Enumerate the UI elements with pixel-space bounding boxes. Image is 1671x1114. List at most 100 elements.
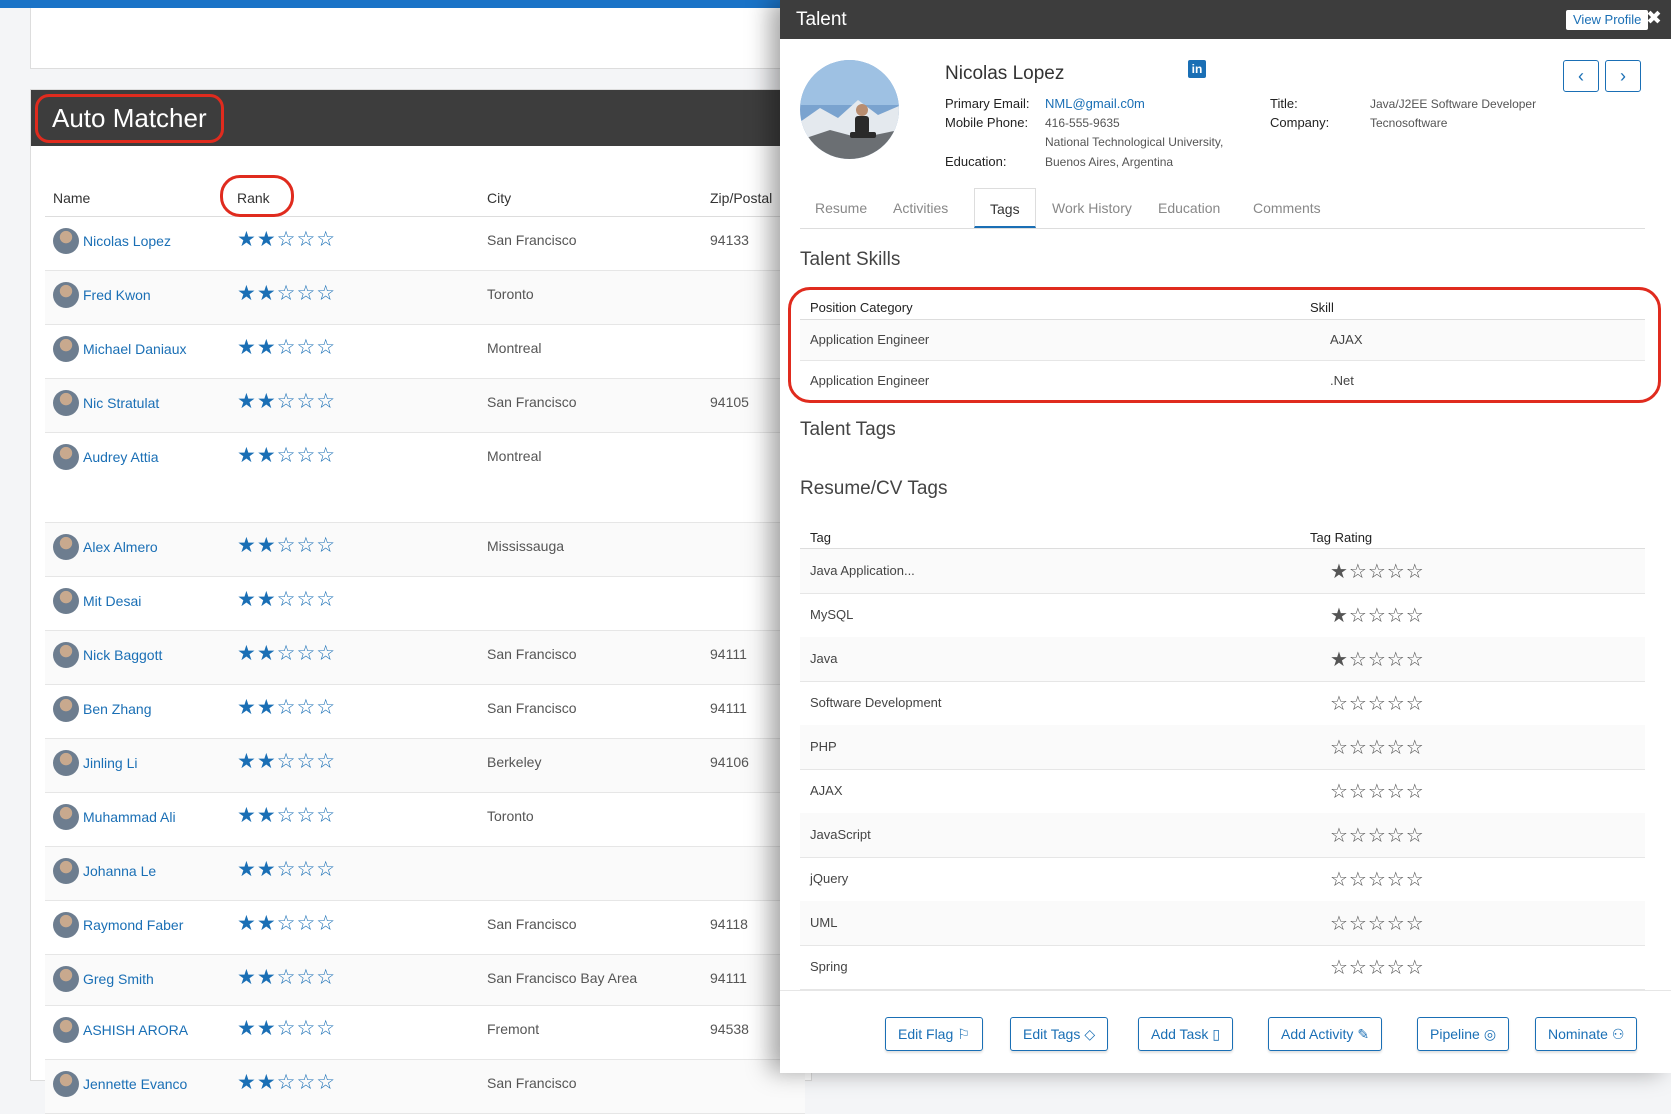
talent-name-link[interactable]: Nick Baggott: [83, 647, 162, 663]
auto-matcher-card: Auto Matcher Name Rank City Zip/Postal N…: [30, 89, 812, 1114]
table-row[interactable]: ASHISH ARORA ★★☆☆☆ Fremont 94538: [45, 1006, 805, 1060]
table-row[interactable]: Nicolas Lopez ★★☆☆☆ San Francisco 94133: [45, 217, 805, 271]
tag-rating-stars[interactable]: ★☆☆☆☆: [1330, 603, 1425, 628]
company-label: Company:: [1270, 115, 1330, 130]
table-row: Application Engineer AJAX: [800, 320, 1645, 361]
table-row[interactable]: Muhammad Ali ★★☆☆☆ Toronto: [45, 793, 805, 847]
table-row[interactable]: Ben Zhang ★★☆☆☆ San Francisco 94111: [45, 685, 805, 739]
linkedin-icon[interactable]: in: [1188, 60, 1206, 78]
table-row[interactable]: Audrey Attia ★★☆☆☆ Montreal: [45, 433, 805, 523]
close-icon[interactable]: ✖: [1646, 7, 1662, 30]
table-row: Software Development ☆☆☆☆☆: [800, 681, 1645, 726]
tags-header-rating: Tag Rating: [1310, 530, 1373, 545]
avatar: [53, 588, 79, 614]
title-value: Java/J2EE Software Developer: [1370, 97, 1537, 111]
talent-name-link[interactable]: Nic Stratulat: [83, 395, 159, 411]
skill-category: Application Engineer: [810, 373, 930, 388]
column-header-rank[interactable]: Rank: [237, 190, 270, 206]
table-row[interactable]: Fred Kwon ★★☆☆☆ Toronto: [45, 271, 805, 325]
talent-name-link[interactable]: Nicolas Lopez: [83, 233, 171, 249]
column-header-city[interactable]: City: [487, 190, 511, 206]
company-value: Tecnosoftware: [1370, 116, 1448, 130]
rank-stars: ★★☆☆☆: [237, 228, 337, 251]
talent-name-link[interactable]: Mit Desai: [83, 593, 141, 609]
table-row[interactable]: Jennette Evanco ★★☆☆☆ San Francisco: [45, 1060, 805, 1114]
tag-name: MySQL: [810, 607, 854, 622]
talent-name-link[interactable]: Johanna Le: [83, 863, 156, 879]
nominate-button[interactable]: Nominate ⚇: [1535, 1017, 1638, 1051]
rank-stars: ★★☆☆☆: [237, 1017, 337, 1040]
table-row[interactable]: Michael Daniaux ★★☆☆☆ Montreal: [45, 325, 805, 379]
action-icon: ◎: [1483, 1025, 1497, 1042]
city-value: Toronto: [487, 286, 534, 302]
tag-rating-stars[interactable]: ☆☆☆☆☆: [1330, 955, 1425, 980]
action-button-label: Nominate: [1548, 1026, 1608, 1042]
avatar: [53, 1017, 79, 1043]
table-row[interactable]: Mit Desai ★★☆☆☆: [45, 577, 805, 631]
table-row[interactable]: Johanna Le ★★☆☆☆: [45, 847, 805, 901]
city-value: San Francisco: [487, 232, 577, 248]
talent-name-link[interactable]: Muhammad Ali: [83, 809, 176, 825]
table-row: Java Application... ★☆☆☆☆: [800, 549, 1645, 594]
skill-name: AJAX: [1330, 332, 1363, 347]
panel-tabs: Resume Activities Tags Work History Educ…: [800, 188, 1645, 229]
table-row[interactable]: Nic Stratulat ★★☆☆☆ San Francisco 94105: [45, 379, 805, 433]
table-row[interactable]: Jinling Li ★★☆☆☆ Berkeley 94106: [45, 739, 805, 793]
skill-category: Application Engineer: [810, 332, 930, 347]
tag-rating-stars[interactable]: ★☆☆☆☆: [1330, 647, 1425, 672]
tag-rating-stars[interactable]: ☆☆☆☆☆: [1330, 691, 1425, 716]
talent-name-link[interactable]: Fred Kwon: [83, 287, 151, 303]
talent-name-link[interactable]: Ben Zhang: [83, 701, 152, 717]
zip-value: 94106: [710, 754, 749, 770]
tab-tags[interactable]: Tags: [974, 188, 1036, 228]
talent-name-link[interactable]: Greg Smith: [83, 971, 154, 987]
tag-rating-stars[interactable]: ☆☆☆☆☆: [1330, 735, 1425, 760]
column-header-zip[interactable]: Zip/Postal: [710, 190, 772, 206]
tag-rating-stars[interactable]: ☆☆☆☆☆: [1330, 823, 1425, 848]
avatar: [53, 336, 79, 362]
column-header-name[interactable]: Name: [53, 190, 90, 206]
edit-flag-button[interactable]: Edit Flag ⚐: [885, 1017, 983, 1051]
pipeline-button[interactable]: Pipeline ◎: [1417, 1017, 1510, 1051]
tab-resume[interactable]: Resume: [800, 188, 882, 228]
next-talent-button[interactable]: ›: [1605, 60, 1641, 92]
action-icon: ✎: [1357, 1025, 1370, 1042]
table-row[interactable]: Nick Baggott ★★☆☆☆ San Francisco 94111: [45, 631, 805, 685]
tab-education[interactable]: Education: [1143, 188, 1235, 228]
talent-name-link[interactable]: Michael Daniaux: [83, 341, 187, 357]
avatar: [53, 228, 79, 254]
table-row[interactable]: Raymond Faber ★★☆☆☆ San Francisco 94118: [45, 901, 805, 955]
view-profile-button[interactable]: View Profile: [1566, 10, 1649, 30]
auto-matcher-table: Name Rank City Zip/Postal Nicolas Lopez ★…: [45, 175, 805, 1114]
talent-name-link[interactable]: Raymond Faber: [83, 917, 183, 933]
edit-tags-button[interactable]: Edit Tags ◇: [1010, 1017, 1109, 1051]
talent-name-link[interactable]: Jinling Li: [83, 755, 137, 771]
tag-rating-stars[interactable]: ☆☆☆☆☆: [1330, 779, 1425, 804]
panel-header: Talent View Profile ✖: [780, 0, 1671, 39]
talent-name-link[interactable]: ASHISH ARORA: [83, 1022, 188, 1038]
talent-name-link[interactable]: Alex Almero: [83, 539, 158, 555]
panel-title: Talent: [796, 9, 847, 30]
add-activity-button[interactable]: Add Activity ✎: [1268, 1017, 1383, 1051]
city-value: San Francisco: [487, 646, 577, 662]
tab-work-history[interactable]: Work History: [1037, 188, 1147, 228]
tab-comments[interactable]: Comments: [1238, 188, 1336, 228]
tab-activities[interactable]: Activities: [878, 188, 963, 228]
talent-name-link[interactable]: Audrey Attia: [83, 449, 159, 465]
city-value: San Francisco: [487, 394, 577, 410]
zip-value: 94111: [710, 646, 747, 662]
tag-rating-stars[interactable]: ☆☆☆☆☆: [1330, 867, 1425, 892]
table-row[interactable]: Alex Almero ★★☆☆☆ Mississauga: [45, 523, 805, 577]
rank-stars: ★★☆☆☆: [237, 444, 337, 467]
add-task-button[interactable]: Add Task ▯: [1138, 1017, 1234, 1051]
rank-stars: ★★☆☆☆: [237, 858, 337, 881]
tag-name: PHP: [810, 739, 837, 754]
email-link[interactable]: NML@gmail.c0m: [1045, 96, 1145, 111]
talent-name-link[interactable]: Jennette Evanco: [83, 1076, 187, 1092]
table-row: Application Engineer .Net: [800, 361, 1645, 401]
city-value: Montreal: [487, 340, 542, 356]
tag-rating-stars[interactable]: ☆☆☆☆☆: [1330, 911, 1425, 936]
tag-rating-stars[interactable]: ★☆☆☆☆: [1330, 559, 1425, 584]
previous-talent-button[interactable]: ‹: [1563, 60, 1599, 92]
table-row[interactable]: Greg Smith ★★☆☆☆ San Francisco Bay Area 941…: [45, 955, 805, 1006]
